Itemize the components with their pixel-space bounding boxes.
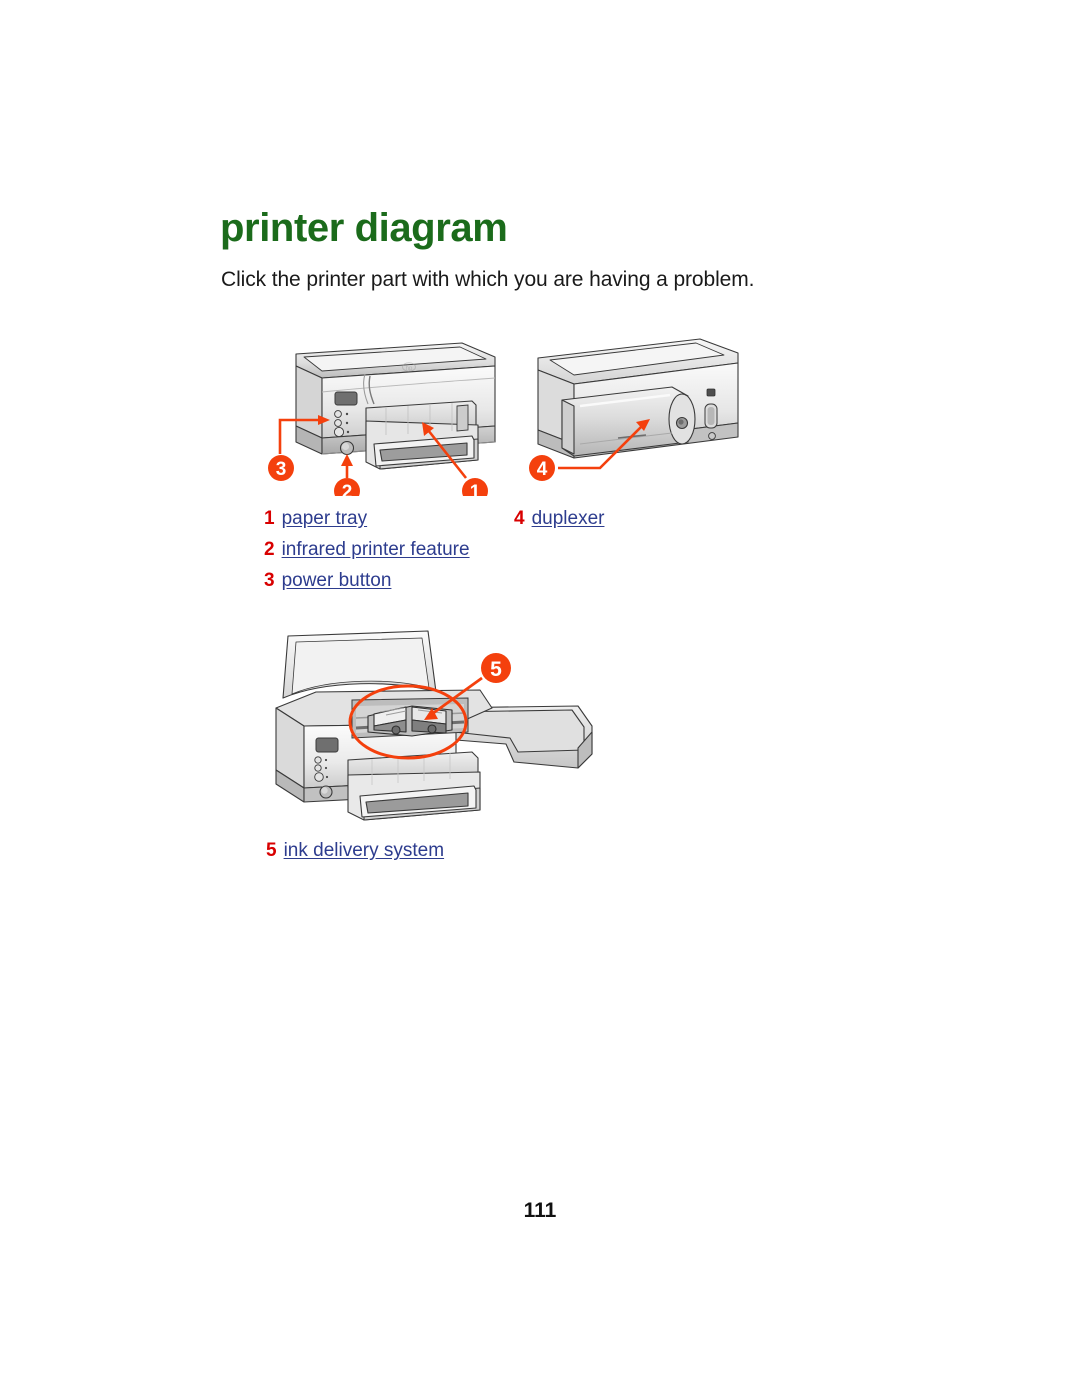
legend-link-duplexer[interactable]: duplexer bbox=[532, 503, 605, 534]
legend-number: 2 bbox=[264, 539, 275, 560]
legend-link-power-button[interactable]: power button bbox=[282, 565, 392, 596]
legend-item-power-button[interactable]: 3 power button bbox=[264, 565, 470, 596]
svg-text:5: 5 bbox=[490, 658, 502, 681]
page-number: 111 bbox=[523, 1199, 557, 1222]
svg-text:3: 3 bbox=[276, 459, 287, 480]
callout-badge-1: 1 bbox=[462, 478, 488, 496]
printer-rear-view-figure: 4 bbox=[522, 326, 754, 496]
legend-right-column: 4 duplexer bbox=[514, 503, 604, 534]
printer-open-cover-figure: 5 bbox=[256, 620, 600, 832]
callout-badge-2: 2 bbox=[334, 478, 360, 496]
legend-item-paper-tray[interactable]: 1 paper tray bbox=[264, 503, 470, 534]
callout-badge-3: 3 bbox=[268, 455, 294, 481]
legend-number: 4 bbox=[514, 508, 525, 529]
svg-text:2: 2 bbox=[342, 482, 353, 496]
legend-number: 3 bbox=[264, 570, 275, 591]
document-page: printer diagram Click the printer part w… bbox=[0, 0, 1080, 1397]
legend-number: 1 bbox=[264, 508, 275, 529]
svg-text:4: 4 bbox=[537, 459, 548, 480]
legend-item-duplexer[interactable]: 4 duplexer bbox=[514, 503, 604, 534]
legend-number: 5 bbox=[266, 840, 277, 861]
svg-text:hp: hp bbox=[406, 366, 413, 372]
duplexer-module bbox=[561, 386, 696, 457]
callout-badge-4: 4 bbox=[529, 455, 555, 481]
legend-ink-column: 5 ink delivery system bbox=[266, 835, 444, 866]
page-subtitle: Click the printer part with which you ar… bbox=[221, 268, 755, 291]
legend-link-infrared-printer-feature[interactable]: infrared printer feature bbox=[282, 534, 470, 565]
callout-badge-5: 5 bbox=[481, 653, 511, 683]
legend-item-ink-delivery-system[interactable]: 5 ink delivery system bbox=[266, 835, 444, 866]
legend-link-ink-delivery-system[interactable]: ink delivery system bbox=[284, 835, 445, 866]
legend-left-column: 1 paper tray 2 infrared printer feature … bbox=[264, 503, 470, 596]
legend-item-infrared-printer-feature[interactable]: 2 infrared printer feature bbox=[264, 534, 470, 565]
svg-text:1: 1 bbox=[470, 482, 481, 496]
printer-front-view-figure: hp 3 2 1 bbox=[262, 326, 524, 496]
legend-link-paper-tray[interactable]: paper tray bbox=[282, 503, 368, 534]
page-title: printer diagram bbox=[220, 206, 508, 250]
